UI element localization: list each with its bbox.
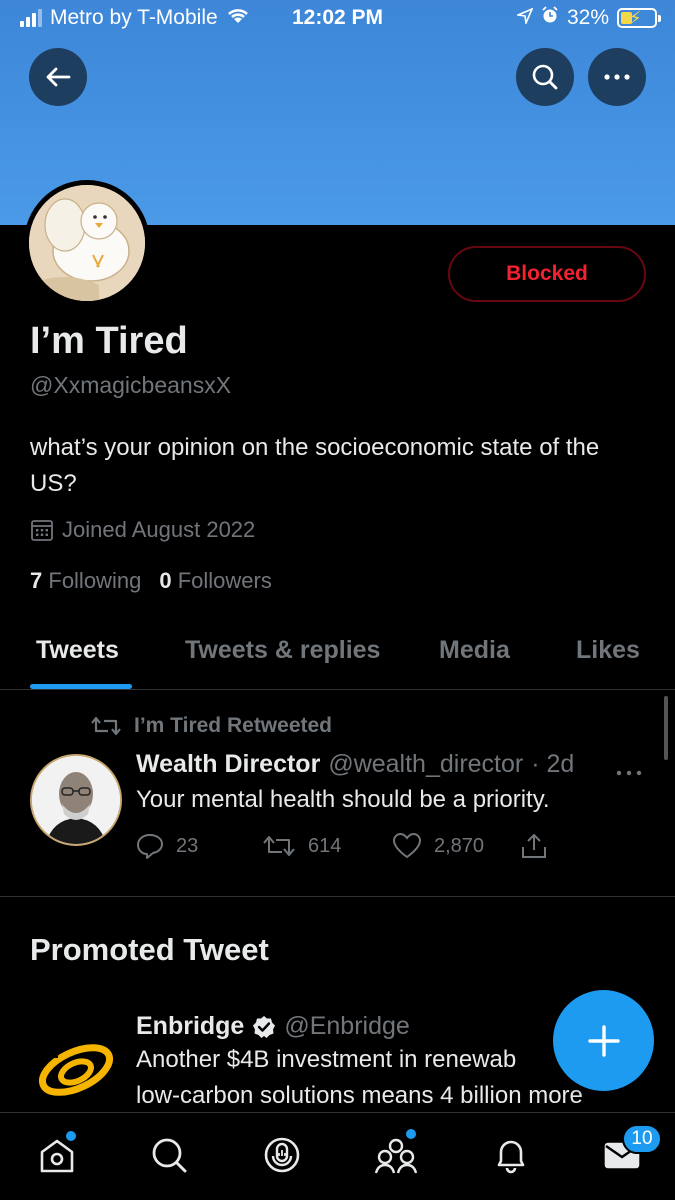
- nav-notifications[interactable]: [487, 1131, 535, 1179]
- promoted-section-title: Promoted Tweet: [30, 932, 269, 967]
- blocked-button[interactable]: Blocked: [448, 246, 646, 302]
- followers-count: 0: [159, 568, 172, 593]
- section-divider: [0, 896, 675, 897]
- tab-likes[interactable]: Likes: [576, 636, 640, 665]
- tweet-actions: 23 614 2,870: [136, 832, 548, 860]
- promoted-text-line2: low-carbon solutions means 4 billion mor…: [136, 1082, 583, 1109]
- back-arrow-icon: [46, 67, 71, 87]
- scrollbar[interactable]: [664, 696, 668, 760]
- promoted-author-name[interactable]: Enbridge: [136, 1012, 244, 1041]
- tab-tweets[interactable]: Tweets: [36, 636, 119, 665]
- search-button[interactable]: [516, 48, 574, 106]
- tweet-author-avatar[interactable]: [30, 754, 122, 846]
- compose-icon: [587, 1024, 620, 1057]
- battery-icon: ⚡: [617, 8, 661, 28]
- alarm-icon: [541, 6, 559, 30]
- avatar-illustration: [29, 185, 145, 301]
- follow-stats: 7 Following 0 Followers: [30, 568, 272, 594]
- following-label: Following: [48, 568, 142, 593]
- promoted-author-handle[interactable]: @Enbridge: [284, 1012, 409, 1041]
- reply-action[interactable]: 23: [136, 832, 262, 860]
- back-button[interactable]: [29, 48, 87, 106]
- retweet-count: 614: [308, 834, 342, 857]
- nav-spaces[interactable]: [258, 1131, 306, 1179]
- status-bar: Metro by T-Mobile 12:02 PM 32% ⚡: [0, 0, 675, 38]
- like-count: 2,870: [434, 834, 485, 857]
- more-options-button[interactable]: [588, 48, 646, 106]
- more-icon: [604, 74, 630, 80]
- followers-link[interactable]: 0 Followers: [159, 568, 272, 594]
- battery-percent: 32%: [566, 6, 609, 29]
- share-action[interactable]: [520, 832, 548, 860]
- promoted-tweet-header: Enbridge @Enbridge: [136, 1012, 410, 1041]
- retweet-label: I’m Tired Retweeted: [134, 714, 333, 737]
- retweet-icon: [263, 836, 295, 856]
- home-notification-dot: [66, 1131, 76, 1141]
- tab-tweets-replies[interactable]: Tweets & replies: [185, 636, 380, 665]
- profile-handle: @XxmagicbeansxX: [30, 372, 232, 398]
- bottom-navigation: [0, 1112, 675, 1200]
- enbridge-logo[interactable]: [36, 1030, 120, 1100]
- communities-notification-dot: [406, 1129, 416, 1139]
- following-link[interactable]: 7 Following: [30, 568, 141, 594]
- explore-icon: [152, 1138, 187, 1173]
- active-tab-indicator: [30, 684, 132, 689]
- enbridge-logo-icon: [36, 1030, 114, 1096]
- tab-media[interactable]: Media: [439, 636, 510, 665]
- notifications-icon: [497, 1140, 525, 1174]
- tweet-author-handle[interactable]: @wealth_director: [328, 750, 523, 779]
- communities-icon: [374, 1138, 418, 1174]
- tweet-header: Wealth Director @wealth_director · 2d: [136, 750, 574, 779]
- reply-count: 23: [176, 834, 199, 857]
- followers-label: Followers: [177, 568, 272, 593]
- retweet-action[interactable]: 614: [262, 834, 392, 858]
- location-icon: [515, 6, 534, 30]
- joined-date: Joined August 2022: [30, 517, 255, 543]
- calendar-icon: [31, 520, 53, 541]
- profile-display-name: I’m Tired: [30, 320, 188, 362]
- verified-icon: [253, 1015, 276, 1038]
- tweet-more-button[interactable]: [616, 756, 642, 782]
- more-icon: [616, 770, 642, 776]
- following-count: 7: [30, 568, 43, 593]
- home-icon: [40, 1139, 74, 1173]
- reply-icon: [137, 834, 163, 859]
- like-icon: [392, 832, 422, 859]
- tweet-time: · 2d: [531, 750, 575, 778]
- spaces-icon: [264, 1137, 300, 1173]
- retweet-context: I’m Tired Retweeted: [90, 714, 332, 738]
- tweet-text: Your mental health should be a priority.: [136, 786, 550, 813]
- profile-bio: what’s your opinion on the socioeconomic…: [30, 434, 600, 497]
- search-icon: [532, 64, 558, 90]
- messages-badge: 10: [622, 1124, 662, 1154]
- compose-tweet-button[interactable]: [553, 990, 654, 1091]
- promoted-text-line1: Another $4B investment in renewab: [136, 1046, 517, 1073]
- profile-avatar[interactable]: [24, 180, 150, 306]
- joined-label: Joined August 2022: [62, 517, 256, 542]
- retweet-icon: [91, 716, 121, 736]
- nav-explore[interactable]: [145, 1131, 193, 1179]
- author-photo: [32, 756, 120, 844]
- share-icon: [522, 834, 546, 858]
- like-action[interactable]: 2,870: [392, 832, 520, 860]
- profile-tabs: Tweets Tweets & replies Media Likes: [0, 620, 675, 690]
- tweet-author-name[interactable]: Wealth Director: [136, 750, 320, 779]
